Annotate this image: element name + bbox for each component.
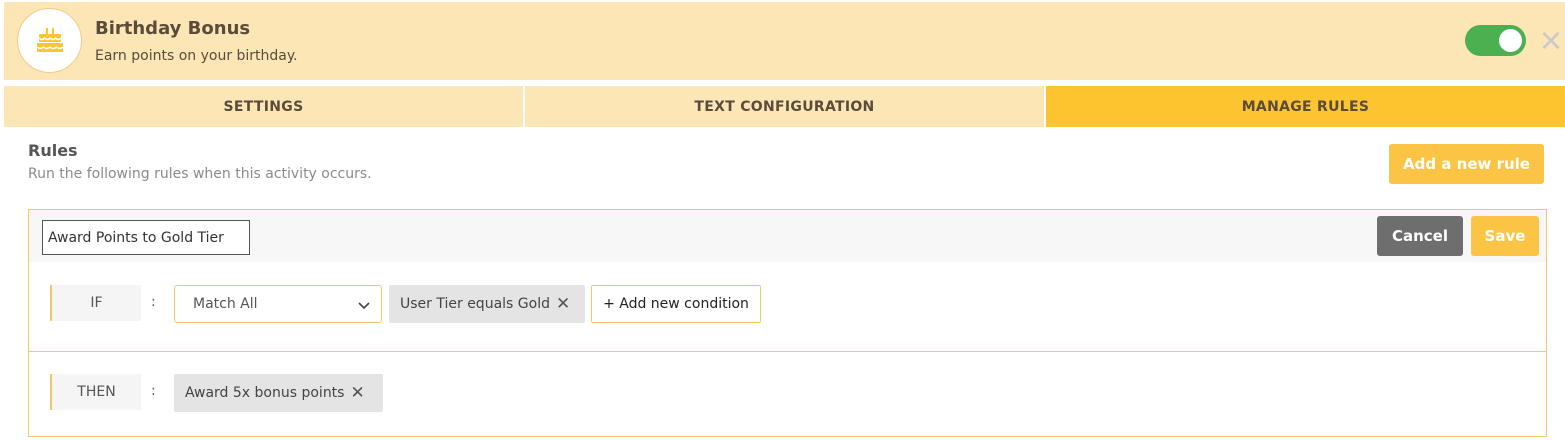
tab-manage-rules[interactable]: MANAGE RULES (1046, 86, 1565, 127)
match-mode-select[interactable]: Match All (174, 285, 382, 323)
save-button[interactable]: Save (1471, 216, 1539, 256)
add-new-condition-button[interactable]: + Add new condition (591, 285, 761, 323)
action-chip: Award 5x bonus points ✕ (174, 374, 383, 412)
then-colon: : (151, 383, 156, 399)
rules-heading: Rules (28, 141, 78, 160)
add-new-rule-button[interactable]: Add a new rule (1389, 144, 1544, 184)
if-conditions-row: IF : Match All User Tier equals Gold ✕ +… (29, 262, 1546, 352)
condition-chip: User Tier equals Gold ✕ (389, 285, 585, 323)
chevron-down-icon (358, 302, 370, 310)
if-colon: : (151, 294, 156, 310)
activity-header: Birthday Bonus Earn points on your birth… (4, 2, 1565, 80)
tab-text-configuration[interactable]: TEXT CONFIGURATION (525, 86, 1046, 127)
action-label: Award 5x bonus points (185, 385, 345, 401)
toggle-knob (1499, 29, 1522, 52)
activity-icon-badge (17, 8, 82, 73)
remove-action-icon[interactable]: ✕ (350, 383, 364, 403)
rule-editor-header: Award Points to Gold Tier Cancel Save (29, 210, 1546, 262)
manage-rules-panel: Rules Run the following rules when this … (4, 127, 1565, 441)
activity-title: Birthday Bonus (95, 18, 251, 39)
cancel-button[interactable]: Cancel (1377, 216, 1463, 256)
if-keyword: IF (50, 285, 141, 321)
then-keyword: THEN (50, 374, 141, 410)
rule-name-input[interactable]: Award Points to Gold Tier (42, 220, 250, 255)
rules-description: Run the following rules when this activi… (28, 166, 372, 182)
match-mode-value: Match All (193, 296, 258, 312)
tab-bar: SETTINGS TEXT CONFIGURATION MANAGE RULES (4, 86, 1565, 127)
tab-settings[interactable]: SETTINGS (4, 86, 525, 127)
rule-editor: Award Points to Gold Tier Cancel Save IF… (28, 209, 1547, 437)
birthday-cake-icon (35, 27, 64, 52)
activity-subtitle: Earn points on your birthday. (95, 48, 298, 64)
remove-condition-icon[interactable]: ✕ (556, 294, 570, 314)
close-icon[interactable]: × (1537, 25, 1565, 57)
activity-enabled-toggle[interactable] (1465, 25, 1526, 56)
then-actions-row: THEN : Award 5x bonus points ✕ (29, 352, 1546, 438)
condition-label: User Tier equals Gold (400, 296, 550, 312)
